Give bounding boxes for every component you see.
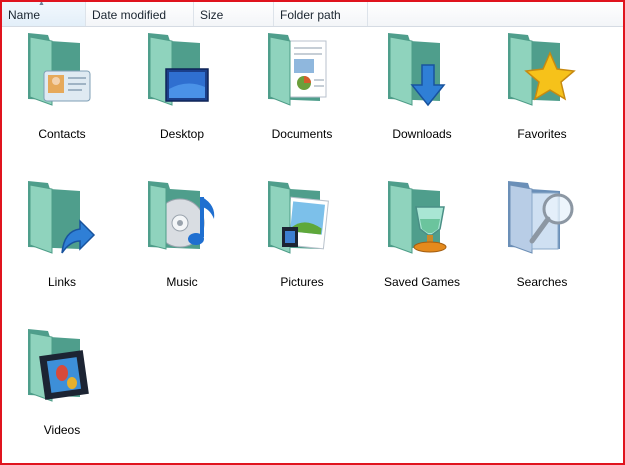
folder-item-desktop[interactable]: Desktop <box>132 27 232 157</box>
folder-item-searches[interactable]: Searches <box>492 175 592 305</box>
folder-item-videos[interactable]: Videos <box>12 323 112 453</box>
folder-label: Videos <box>43 423 81 437</box>
folder-label: Music <box>166 275 198 289</box>
folder-grid: Contacts Desktop Documents Downloads Fav… <box>2 27 623 463</box>
folder-label: Favorites <box>517 127 567 141</box>
downloads-folder-icon <box>388 33 446 107</box>
folder-label: Contacts <box>38 127 86 141</box>
folder-item-favorites[interactable]: Favorites <box>492 27 592 157</box>
explorer-window-frame: ▲ Name Date modified Size Folder path Co… <box>0 0 625 465</box>
column-header-label: Folder path <box>280 8 341 22</box>
folder-item-documents[interactable]: Documents <box>252 27 352 157</box>
documents-folder-icon <box>268 33 327 106</box>
folder-label: Desktop <box>159 127 205 141</box>
folder-item-links[interactable]: Links <box>12 175 112 305</box>
folder-item-contacts[interactable]: Contacts <box>12 27 112 157</box>
contacts-folder-icon <box>28 33 91 106</box>
folder-label: Documents <box>271 127 333 141</box>
folder-item-saved-games[interactable]: Saved Games <box>372 175 472 305</box>
column-header-bar: ▲ Name Date modified Size Folder path <box>2 2 623 27</box>
searches-folder-icon <box>508 181 574 254</box>
saved-games-folder-icon <box>388 181 447 254</box>
folder-label: Searches <box>516 275 568 289</box>
pictures-folder-icon <box>268 181 329 254</box>
folder-label: Downloads <box>392 127 452 141</box>
desktop-folder-icon <box>148 33 209 106</box>
column-header-label: Date modified <box>92 8 167 22</box>
column-header-label: Size <box>200 8 224 22</box>
links-folder-icon <box>28 181 96 254</box>
folder-item-pictures[interactable]: Pictures <box>252 175 352 305</box>
folder-item-downloads[interactable]: Downloads <box>372 27 472 157</box>
folder-label: Pictures <box>280 275 324 289</box>
videos-folder-icon <box>28 329 89 402</box>
folder-label: Links <box>47 275 76 289</box>
favorites-folder-icon <box>508 33 576 106</box>
column-header-folder-path[interactable]: Folder path <box>274 2 368 26</box>
music-folder-icon <box>148 181 215 250</box>
folder-item-music[interactable]: Music <box>132 175 232 305</box>
sort-ascending-icon: ▲ <box>38 0 45 7</box>
column-header-name[interactable]: ▲ Name <box>2 2 86 26</box>
folder-label: Saved Games <box>383 275 461 289</box>
column-header-date-modified[interactable]: Date modified <box>86 2 194 26</box>
column-header-size[interactable]: Size <box>194 2 274 26</box>
column-header-label: Name <box>8 8 41 22</box>
